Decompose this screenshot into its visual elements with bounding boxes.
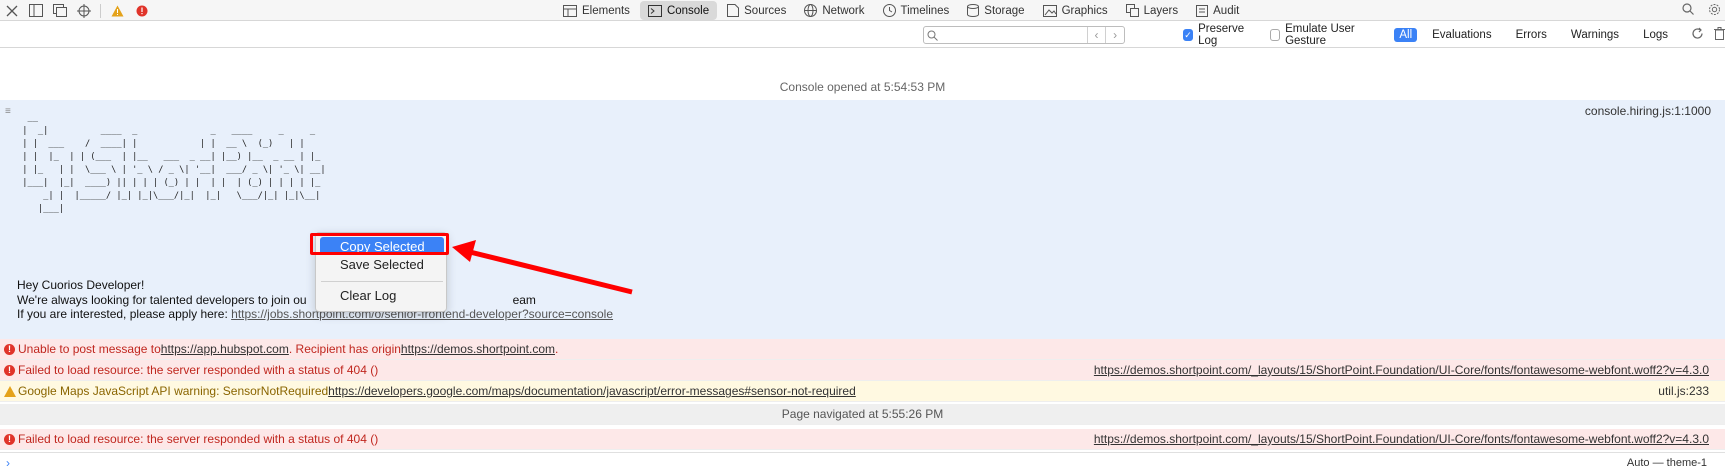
devtools-window: { "toolbar": { "tabs": [ {"label": "Elem… — [0, 0, 1725, 473]
annotation-arrow — [452, 240, 633, 295]
